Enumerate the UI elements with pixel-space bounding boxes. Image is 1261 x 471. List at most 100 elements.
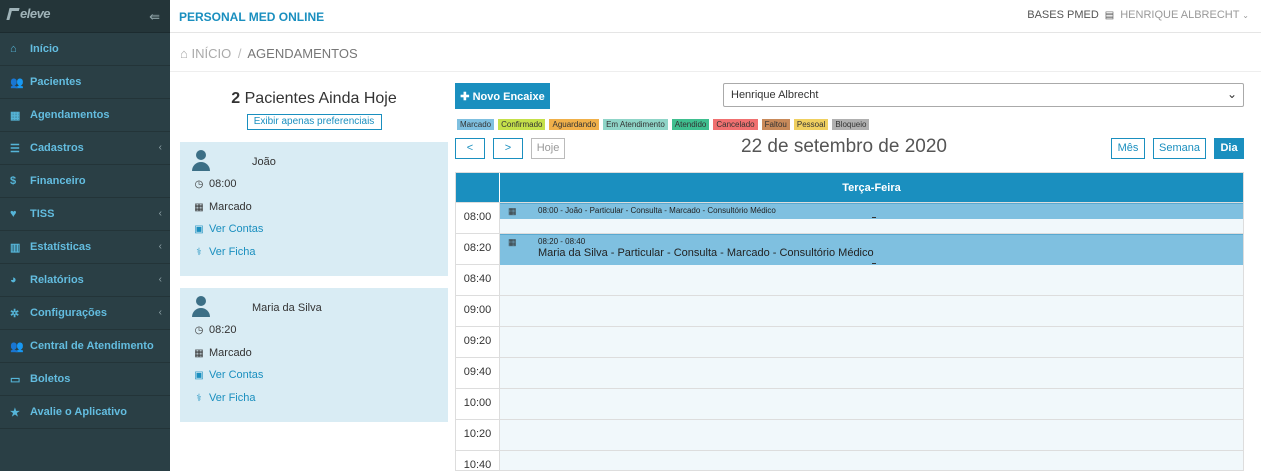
appointment-event[interactable]: ▦ 08:20 - 08:40 Maria da Silva - Particula… xyxy=(500,234,1243,265)
slot-cell[interactable]: ▦ 08:00 - João - Particular - Consulta - … xyxy=(500,203,1243,233)
chevron-left-icon: ‹ xyxy=(158,241,162,252)
plus-icon: ✚ xyxy=(460,90,470,103)
view-chart-link[interactable]: ⚕ Ver Ficha xyxy=(194,392,255,404)
avatar xyxy=(192,296,210,318)
sidebar-item-relat-rios[interactable]: ◕ Relatórios ‹ xyxy=(0,264,170,297)
money-icon: ▣ xyxy=(194,369,204,381)
appointment-status: ▦ Marcado xyxy=(194,347,252,359)
calendar-icon: ▦ xyxy=(508,237,517,247)
sidebar-item-label: Relatórios xyxy=(30,274,84,286)
slot-cell[interactable] xyxy=(500,296,1243,326)
clock-icon: ◷ xyxy=(194,178,204,190)
slot-cell[interactable] xyxy=(500,327,1243,357)
collapse-menu-icon[interactable]: ⇚ xyxy=(149,9,160,25)
sidebar-menu: ⌂ Início 👥 Pacientes ▦ Agendamentos ☰ Cadastros… xyxy=(0,33,170,429)
sidebar-item-label: Agendamentos xyxy=(30,109,110,121)
group-icon: 👥 xyxy=(10,340,24,353)
month-view-button[interactable]: Mês xyxy=(1111,138,1145,159)
professional-select[interactable]: Henrique Albrecht ⌄ xyxy=(723,83,1244,107)
legend-confirmado: Confirmado xyxy=(498,119,546,130)
sidebar-item-label: Estatísticas xyxy=(30,241,92,253)
time-slot: 09:40 xyxy=(456,358,1243,389)
sidebar-item-pacientes[interactable]: 👥 Pacientes xyxy=(0,66,170,99)
sidebar-item-label: Configurações xyxy=(30,307,108,319)
sidebar-item-tiss[interactable]: ♥ TISS ‹ xyxy=(0,198,170,231)
calendar: ✚ Novo Encaixe Henrique Albrecht ⌄ Marca… xyxy=(455,72,1244,471)
chevron-left-icon: ‹ xyxy=(158,142,162,153)
slot-cell[interactable] xyxy=(500,451,1243,470)
time-slot: 09:00 xyxy=(456,296,1243,327)
calendar-check-icon: ▦ xyxy=(194,201,204,213)
legend-em-atendimento: Em Atendimento xyxy=(603,119,668,130)
sidebar-item-label: Central de Atendimento xyxy=(30,340,154,352)
calendar-icon: ▦ xyxy=(508,206,517,216)
week-view-button[interactable]: Semana xyxy=(1153,138,1206,159)
appointment-time: ◷ 08:00 xyxy=(194,178,237,190)
resize-handle[interactable] xyxy=(871,217,876,218)
slot-cell[interactable]: ▦ 08:20 - 08:40 Maria da Silva - Particula… xyxy=(500,234,1243,265)
appointment-time: ◷ 08:20 xyxy=(194,324,237,336)
day-grid: Terça-Feira 08:00 ▦ 08:00 - João - Particu… xyxy=(455,172,1244,471)
time-slot: 08:00 ▦ 08:00 - João - Particular - Consul… xyxy=(456,203,1243,234)
user-menu[interactable]: HENRIQUE ALBRECHT ⌄ xyxy=(1120,9,1249,21)
today-patients-panel: 2 Pacientes Ainda Hoje Exibir apenas pre… xyxy=(180,72,448,422)
view-chart-link[interactable]: ⚕ Ver Ficha xyxy=(194,246,255,258)
base-label[interactable]: BASES PMED xyxy=(1027,9,1099,21)
heartbeat-icon: ♥ xyxy=(10,208,17,220)
legend-cancelado: Cancelado xyxy=(713,119,758,130)
slot-cell[interactable] xyxy=(500,420,1243,450)
appointment-event[interactable]: ▦ 08:00 - João - Particular - Consulta - … xyxy=(500,203,1243,219)
sidebar-item-label: TISS xyxy=(30,208,55,220)
legend-faltou: Faltou xyxy=(761,119,790,130)
new-appointment-button[interactable]: ✚ Novo Encaixe xyxy=(455,83,550,109)
sidebar-item-estat-sticas[interactable]: ▥ Estatísticas ‹ xyxy=(0,231,170,264)
sidebar-item-boletos[interactable]: ▭ Boletos xyxy=(0,363,170,396)
brand-title[interactable]: PERSONAL MED ONLINE xyxy=(179,10,324,24)
legend-atendido: Atendido xyxy=(671,119,710,130)
today-button[interactable]: Hoje xyxy=(531,138,565,159)
dollar-icon: $ xyxy=(10,175,17,187)
time-slot: 10:40 xyxy=(456,451,1243,470)
sidebar-item-central-de-atendimento[interactable]: 👥 Central de Atendimento xyxy=(0,330,170,363)
event-detail: Maria da Silva - Particular - Consulta -… xyxy=(538,247,874,259)
sidebar-item-label: Cadastros xyxy=(30,142,84,154)
home-icon[interactable]: ⌂ xyxy=(180,46,188,61)
prev-button[interactable]: < xyxy=(455,138,485,159)
slot-time: 10:00 xyxy=(456,389,500,419)
users-icon: 👥 xyxy=(10,76,24,89)
breadcrumb: ⌂ INÍCIO / AGENDAMENTOS xyxy=(170,34,1261,72)
slot-time: 10:40 xyxy=(456,451,500,470)
topbar: PERSONAL MED ONLINE BASES PMED ▤ HENRIQU… xyxy=(170,0,1261,33)
slot-time: 09:40 xyxy=(456,358,500,388)
next-button[interactable]: > xyxy=(493,138,523,159)
slot-cell[interactable] xyxy=(500,358,1243,388)
bar-chart-icon: ▥ xyxy=(10,241,21,254)
top-right: BASES PMED ▤ HENRIQUE ALBRECHT ⌄ xyxy=(1027,9,1249,21)
sidebar-item-label: Financeiro xyxy=(30,175,86,187)
legend-aguardando: Aguardando xyxy=(549,119,600,130)
sidebar-item-financeiro[interactable]: $ Financeiro xyxy=(0,165,170,198)
money-icon: ▣ xyxy=(194,223,204,235)
sidebar-item-cadastros[interactable]: ☰ Cadastros ‹ xyxy=(0,132,170,165)
legend-marcado: Marcado xyxy=(457,119,495,130)
time-slot: 08:20 ▦ 08:20 - 08:40 Maria da Silva - Part… xyxy=(456,234,1243,265)
sidebar-item-avalie-o-aplicativo[interactable]: ★ Avalie o Aplicativo xyxy=(0,396,170,429)
breadcrumb-separator: / xyxy=(237,46,242,61)
breadcrumb-home[interactable]: INÍCIO xyxy=(191,46,231,61)
view-accounts-link[interactable]: ▣ Ver Contas xyxy=(194,369,263,381)
slot-cell[interactable] xyxy=(500,265,1243,295)
view-accounts-link[interactable]: ▣ Ver Contas xyxy=(194,223,263,235)
slot-cell[interactable] xyxy=(500,389,1243,419)
sidebar-item-configura-es[interactable]: ✲ Configurações ‹ xyxy=(0,297,170,330)
breadcrumb-current: AGENDAMENTOS xyxy=(247,46,358,61)
sidebar-item-in-cio[interactable]: ⌂ Início xyxy=(0,33,170,66)
gear-icon: ✲ xyxy=(10,307,20,320)
database-icon[interactable]: ▤ xyxy=(1105,10,1114,21)
sidebar-item-agendamentos[interactable]: ▦ Agendamentos xyxy=(0,99,170,132)
day-view-button[interactable]: Dia xyxy=(1214,138,1244,159)
preferential-filter-button[interactable]: Exibir apenas preferenciais xyxy=(246,114,382,130)
resize-handle[interactable] xyxy=(871,263,876,264)
stethoscope-icon: ⚕ xyxy=(196,392,202,404)
sidebar-item-label: Pacientes xyxy=(30,76,82,88)
logo[interactable]: eleve xyxy=(6,6,51,21)
